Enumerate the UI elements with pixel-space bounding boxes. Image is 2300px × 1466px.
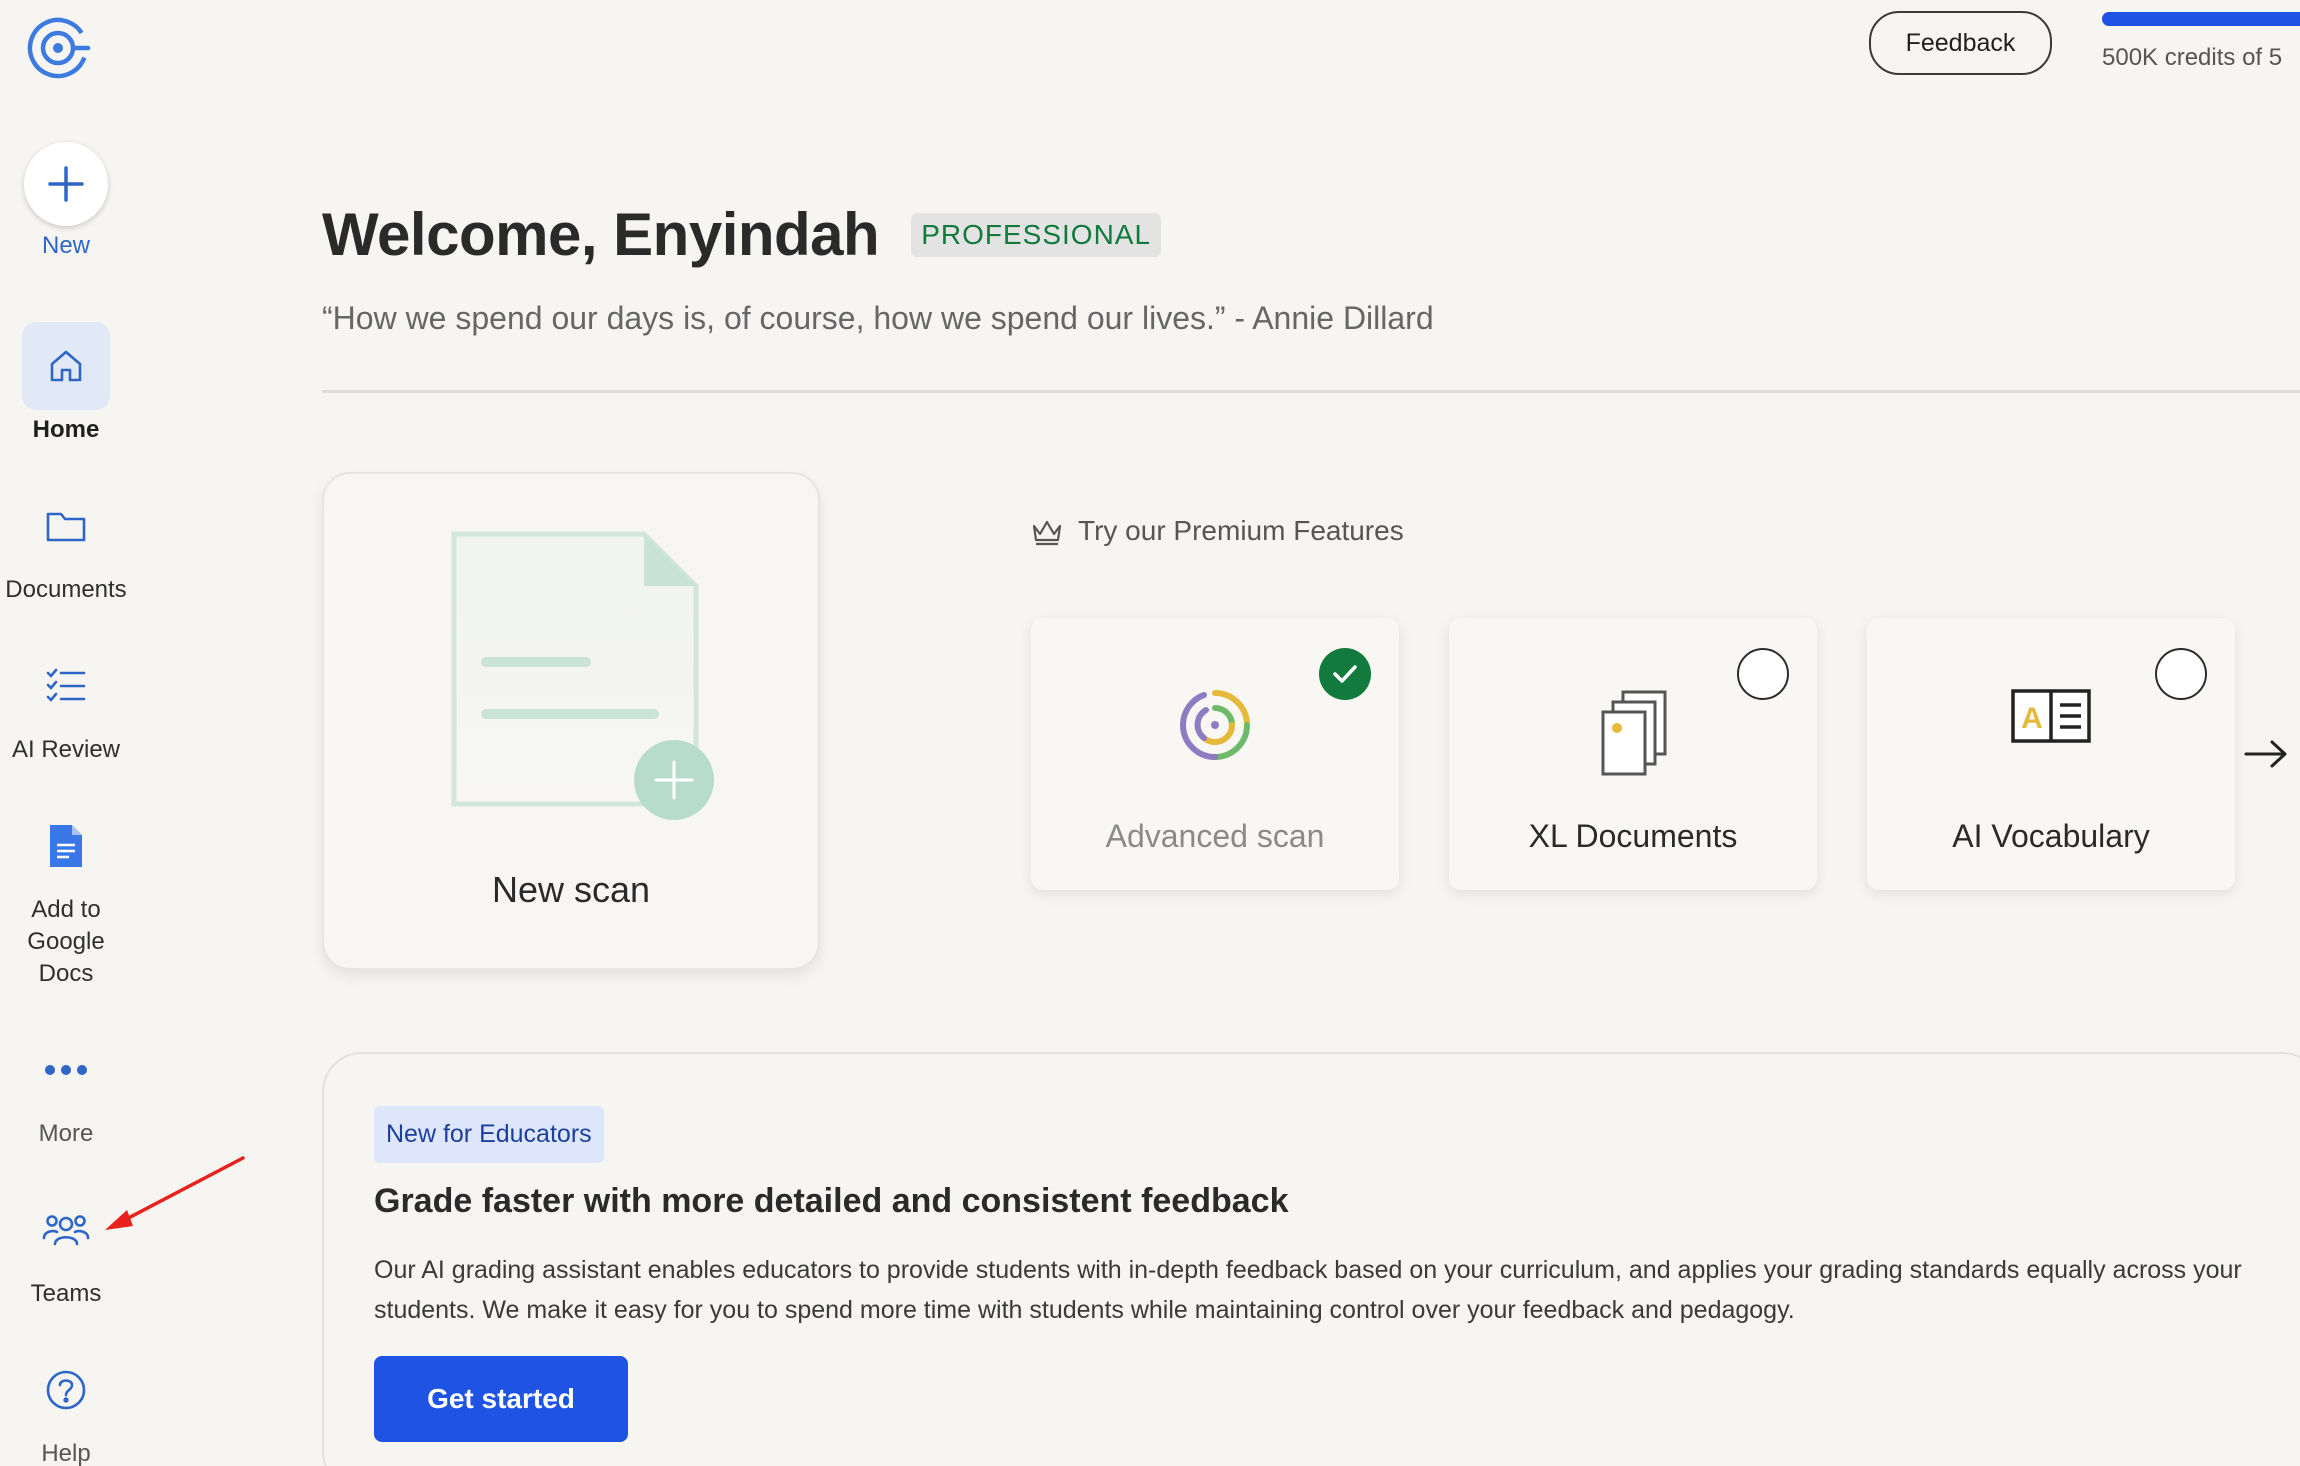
google-docs-icon xyxy=(22,802,110,890)
feature-card-ai-vocabulary[interactable]: A AI Vocabulary xyxy=(1867,618,2235,890)
sidebar-item-label: Home xyxy=(32,416,100,443)
xl-documents-icon xyxy=(1449,688,1817,778)
sidebar-item-label: Documents xyxy=(5,576,127,603)
plan-badge: PROFESSIONAL xyxy=(911,212,1162,257)
new-document-icon xyxy=(444,524,724,859)
educators-title: Grade faster with more detailed and cons… xyxy=(374,1182,1289,1220)
welcome-header: Welcome, Enyindah PROFESSIONAL xyxy=(322,200,1162,269)
sidebar-item-label: Help xyxy=(41,1440,91,1466)
help-icon xyxy=(22,1346,110,1434)
educators-tag: New for Educators xyxy=(374,1106,604,1163)
feature-label: AI Vocabulary xyxy=(1952,818,2150,854)
sidebar-item-home[interactable]: Home xyxy=(0,322,132,446)
sidebar: New Home Documents AI Review Add to Goog… xyxy=(0,0,132,1466)
more-dots-icon xyxy=(22,1026,110,1114)
home-icon xyxy=(22,322,110,410)
folder-icon xyxy=(22,482,110,570)
app-logo-icon[interactable] xyxy=(22,10,98,86)
new-button[interactable]: New xyxy=(0,142,132,262)
sidebar-item-google-docs[interactable]: Add to Google Docs xyxy=(0,802,132,990)
sidebar-item-label: AI Review xyxy=(11,736,121,763)
feature-label: XL Documents xyxy=(1528,818,1738,854)
svg-text:A: A xyxy=(2021,702,2043,735)
credits-progress-bar xyxy=(2102,12,2300,26)
sidebar-item-more[interactable]: More xyxy=(0,1026,132,1150)
new-label: New xyxy=(41,232,90,259)
new-scan-card[interactable]: New scan xyxy=(322,472,820,970)
new-scan-label: New scan xyxy=(491,869,651,910)
educators-description: Our AI grading assistant enables educato… xyxy=(374,1256,2242,1324)
carousel-next-button[interactable] xyxy=(2238,726,2294,782)
sidebar-item-documents[interactable]: Documents xyxy=(0,482,132,606)
educators-panel: New for Educators Grade faster with more… xyxy=(322,1052,2300,1466)
page-title: Welcome, Enyindah xyxy=(322,201,880,268)
arrow-right-icon xyxy=(2244,740,2287,768)
get-started-button[interactable]: Get started xyxy=(374,1356,628,1442)
crown-icon xyxy=(1032,520,1062,546)
checklist-icon xyxy=(22,642,110,730)
premium-title-text: Try our Premium Features xyxy=(1078,515,1404,546)
sidebar-item-ai-review[interactable]: AI Review xyxy=(0,642,132,766)
sidebar-item-label: More xyxy=(38,1120,94,1147)
annotation-arrow-icon xyxy=(105,1156,245,1230)
welcome-quote: “How we spend our days is, of course, ho… xyxy=(322,300,1434,336)
ai-vocabulary-icon: A xyxy=(1867,688,2235,744)
feature-label: Advanced scan xyxy=(1105,818,1325,854)
feature-card-advanced-scan[interactable]: Advanced scan xyxy=(1031,618,1399,890)
feedback-button[interactable]: Feedback xyxy=(1869,11,2052,75)
sidebar-item-label: Add to Google Docs xyxy=(27,896,105,987)
premium-features-title: Try our Premium Features xyxy=(1030,515,1404,547)
feature-card-xl-documents[interactable]: XL Documents xyxy=(1449,618,1817,890)
advanced-scan-icon xyxy=(1031,688,1399,762)
section-divider xyxy=(322,390,2300,393)
plus-icon xyxy=(24,142,108,226)
app-root: New Home Documents AI Review Add to Goog… xyxy=(0,0,2300,1466)
sidebar-item-label: Teams xyxy=(30,1280,102,1307)
credits-text: 500K credits of 5 xyxy=(2102,44,2283,71)
sidebar-item-help[interactable]: Help xyxy=(0,1346,132,1466)
